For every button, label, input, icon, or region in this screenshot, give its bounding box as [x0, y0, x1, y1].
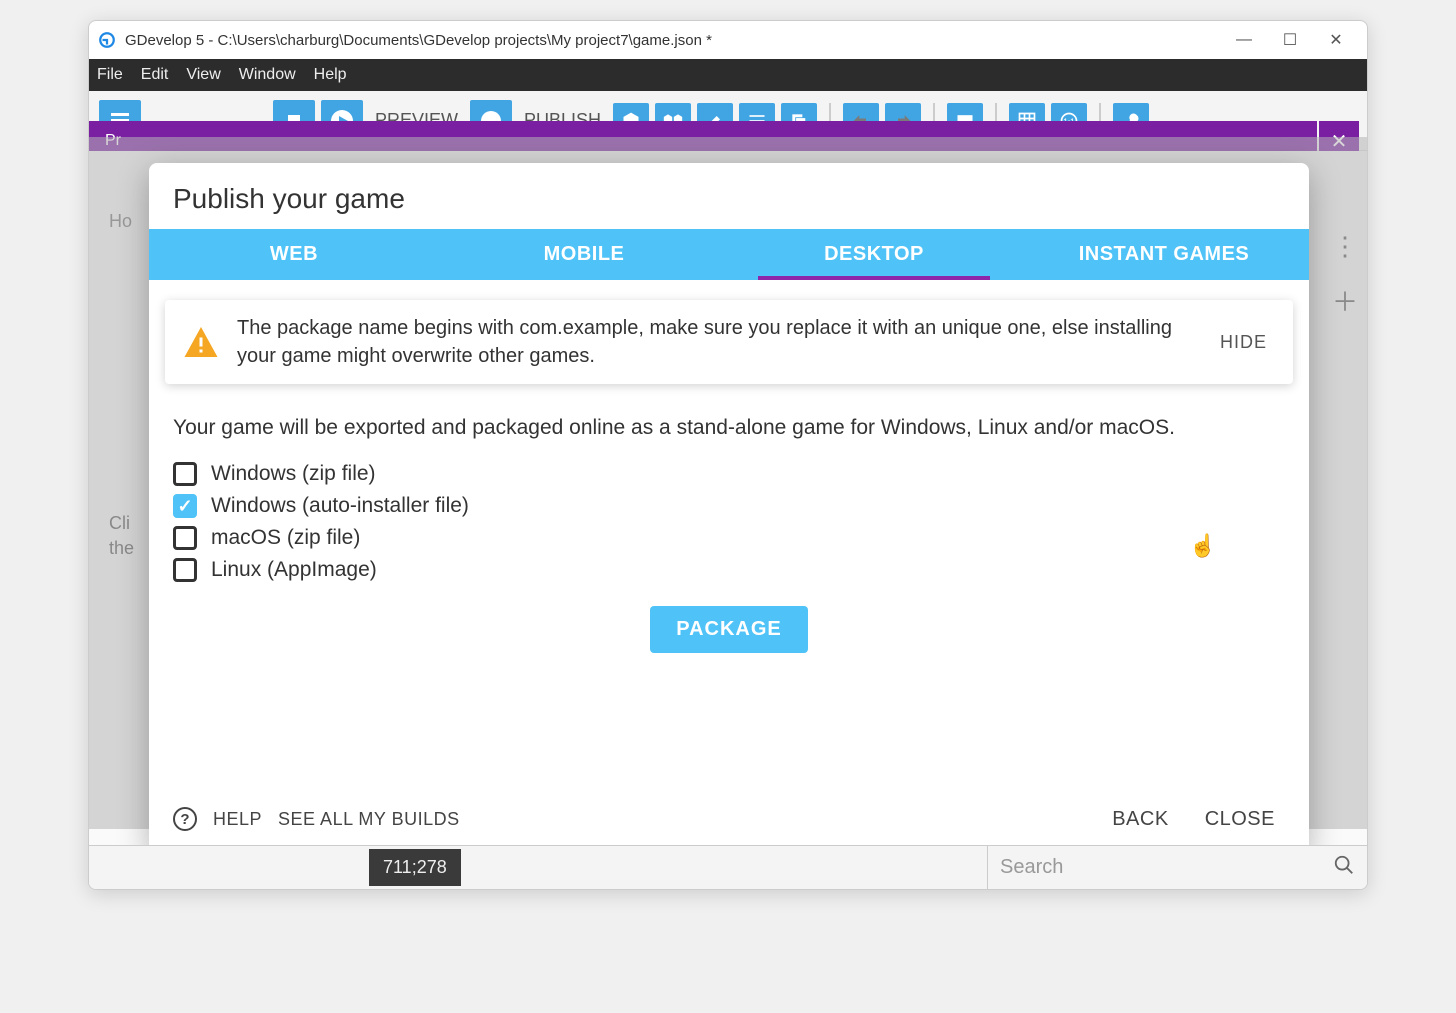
menu-help[interactable]: Help — [314, 66, 347, 84]
search-icon[interactable] — [1333, 854, 1355, 882]
window-controls: — ☐ ✕ — [1221, 21, 1359, 59]
app-window: GDevelop 5 - C:\Users\charburg\Documents… — [88, 20, 1368, 890]
coordinates-display: 711;278 — [369, 849, 461, 886]
titlebar: GDevelop 5 - C:\Users\charburg\Documents… — [89, 21, 1367, 59]
publish-tab-strip: WEB MOBILE DESKTOP INSTANT GAMES — [149, 229, 1309, 280]
checkbox-label: macOS (zip file) — [211, 526, 360, 550]
search-input[interactable]: Search — [987, 846, 1367, 889]
window-title: GDevelop 5 - C:\Users\charburg\Documents… — [125, 32, 1221, 49]
package-button[interactable]: PACKAGE — [650, 606, 808, 653]
checkbox-label: Windows (auto-installer file) — [211, 494, 469, 518]
option-windows-installer[interactable]: Windows (auto-installer file) — [173, 494, 1285, 518]
option-windows-zip[interactable]: Windows (zip file) — [173, 462, 1285, 486]
export-description: Your game will be exported and packaged … — [173, 412, 1285, 444]
dialog-title: Publish your game — [149, 163, 1309, 229]
tab-mobile[interactable]: MOBILE — [439, 229, 729, 280]
dialog-footer: ? HELP SEE ALL MY BUILDS BACK CLOSE — [149, 793, 1309, 853]
close-button[interactable]: CLOSE — [1195, 808, 1285, 831]
tab-instant-games[interactable]: INSTANT GAMES — [1019, 229, 1309, 280]
back-button[interactable]: BACK — [1102, 808, 1178, 831]
checkbox-label: Windows (zip file) — [211, 462, 376, 486]
checkbox-macos-zip[interactable] — [173, 526, 197, 550]
option-linux-appimage[interactable]: Linux (AppImage) — [173, 558, 1285, 582]
checkbox-windows-zip[interactable] — [173, 462, 197, 486]
menu-file[interactable]: File — [97, 66, 123, 84]
menu-view[interactable]: View — [186, 66, 220, 84]
app-icon — [97, 30, 117, 50]
help-link[interactable]: HELP — [213, 809, 262, 830]
tab-desktop[interactable]: DESKTOP — [729, 229, 1019, 280]
hide-button[interactable]: HIDE — [1212, 332, 1275, 353]
checkbox-windows-installer[interactable] — [173, 494, 197, 518]
checkbox-label: Linux (AppImage) — [211, 558, 377, 582]
package-name-alert: The package name begins with com.example… — [165, 300, 1293, 384]
checkbox-linux-appimage[interactable] — [173, 558, 197, 582]
minimize-button[interactable]: — — [1221, 21, 1267, 59]
menubar: File Edit View Window Help — [89, 59, 1367, 91]
close-window-button[interactable]: ✕ — [1313, 21, 1359, 59]
tab-web[interactable]: WEB — [149, 229, 439, 280]
see-all-builds-link[interactable]: SEE ALL MY BUILDS — [278, 809, 460, 830]
warning-icon — [183, 324, 219, 360]
menu-window[interactable]: Window — [239, 66, 296, 84]
menu-edit[interactable]: Edit — [141, 66, 169, 84]
dialog-body: Your game will be exported and packaged … — [149, 404, 1309, 793]
option-macos-zip[interactable]: macOS (zip file) — [173, 526, 1285, 550]
publish-dialog: Publish your game WEB MOBILE DESKTOP INS… — [149, 163, 1309, 853]
search-placeholder: Search — [1000, 856, 1063, 879]
help-icon[interactable]: ? — [173, 807, 197, 831]
alert-text: The package name begins with com.example… — [237, 314, 1194, 370]
maximize-button[interactable]: ☐ — [1267, 21, 1313, 59]
statusbar: 711;278 Search — [89, 845, 1367, 889]
